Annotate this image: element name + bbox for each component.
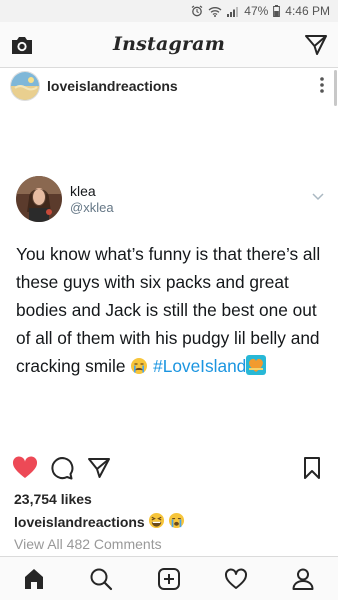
share-icon[interactable] xyxy=(87,456,111,485)
search-icon[interactable] xyxy=(89,567,113,596)
bookmark-icon[interactable] xyxy=(303,456,321,485)
chevron-down-icon xyxy=(312,188,324,206)
heart-icon[interactable] xyxy=(12,456,38,485)
wifi-icon xyxy=(208,6,222,17)
post-header: loveislandreactions xyxy=(0,68,338,104)
caption-username[interactable]: loveislandreactions xyxy=(14,514,145,530)
bottom-nav xyxy=(0,556,338,600)
signal-icon xyxy=(227,6,239,17)
grinning-squinting-face-icon xyxy=(148,512,165,532)
more-options-icon[interactable] xyxy=(320,76,324,99)
love-island-emoji-icon xyxy=(246,355,267,383)
post-actions xyxy=(0,452,338,486)
status-bar: 47% 4:46 PM xyxy=(0,0,338,22)
tweet-avatar xyxy=(16,176,62,222)
activity-icon[interactable] xyxy=(224,567,248,596)
post-caption: loveislandreactions xyxy=(14,512,185,532)
view-all-comments-link[interactable]: View All 482 Comments xyxy=(14,536,162,552)
instagram-logo: Instagram xyxy=(113,33,225,55)
tweet-display-name: klea xyxy=(70,183,96,199)
post-author-avatar[interactable] xyxy=(10,71,40,101)
tweet-hashtag: #LoveIsland xyxy=(153,356,247,376)
battery-percentage: 47% xyxy=(244,4,269,18)
tweet-handle: @xklea xyxy=(70,200,114,215)
battery-icon xyxy=(273,5,281,17)
comment-icon[interactable] xyxy=(50,456,74,485)
post-username[interactable]: loveislandreactions xyxy=(47,78,178,94)
like-count[interactable]: 23,754 likes xyxy=(14,491,92,507)
home-icon[interactable] xyxy=(22,567,46,596)
clock: 4:46 PM xyxy=(285,4,330,18)
post-image[interactable]: klea @xklea You know what’s funny is tha… xyxy=(0,106,338,444)
new-post-icon[interactable] xyxy=(157,567,181,596)
crying-face-icon xyxy=(130,355,148,383)
profile-icon[interactable] xyxy=(291,567,315,596)
alarm-icon xyxy=(191,5,203,17)
app-header: Instagram xyxy=(0,22,338,68)
scrollbar[interactable] xyxy=(334,70,337,106)
tweet-text: You know what’s funny is that there’s al… xyxy=(16,240,328,383)
direct-message-icon[interactable] xyxy=(305,34,327,61)
loudly-crying-face-icon xyxy=(168,512,185,532)
